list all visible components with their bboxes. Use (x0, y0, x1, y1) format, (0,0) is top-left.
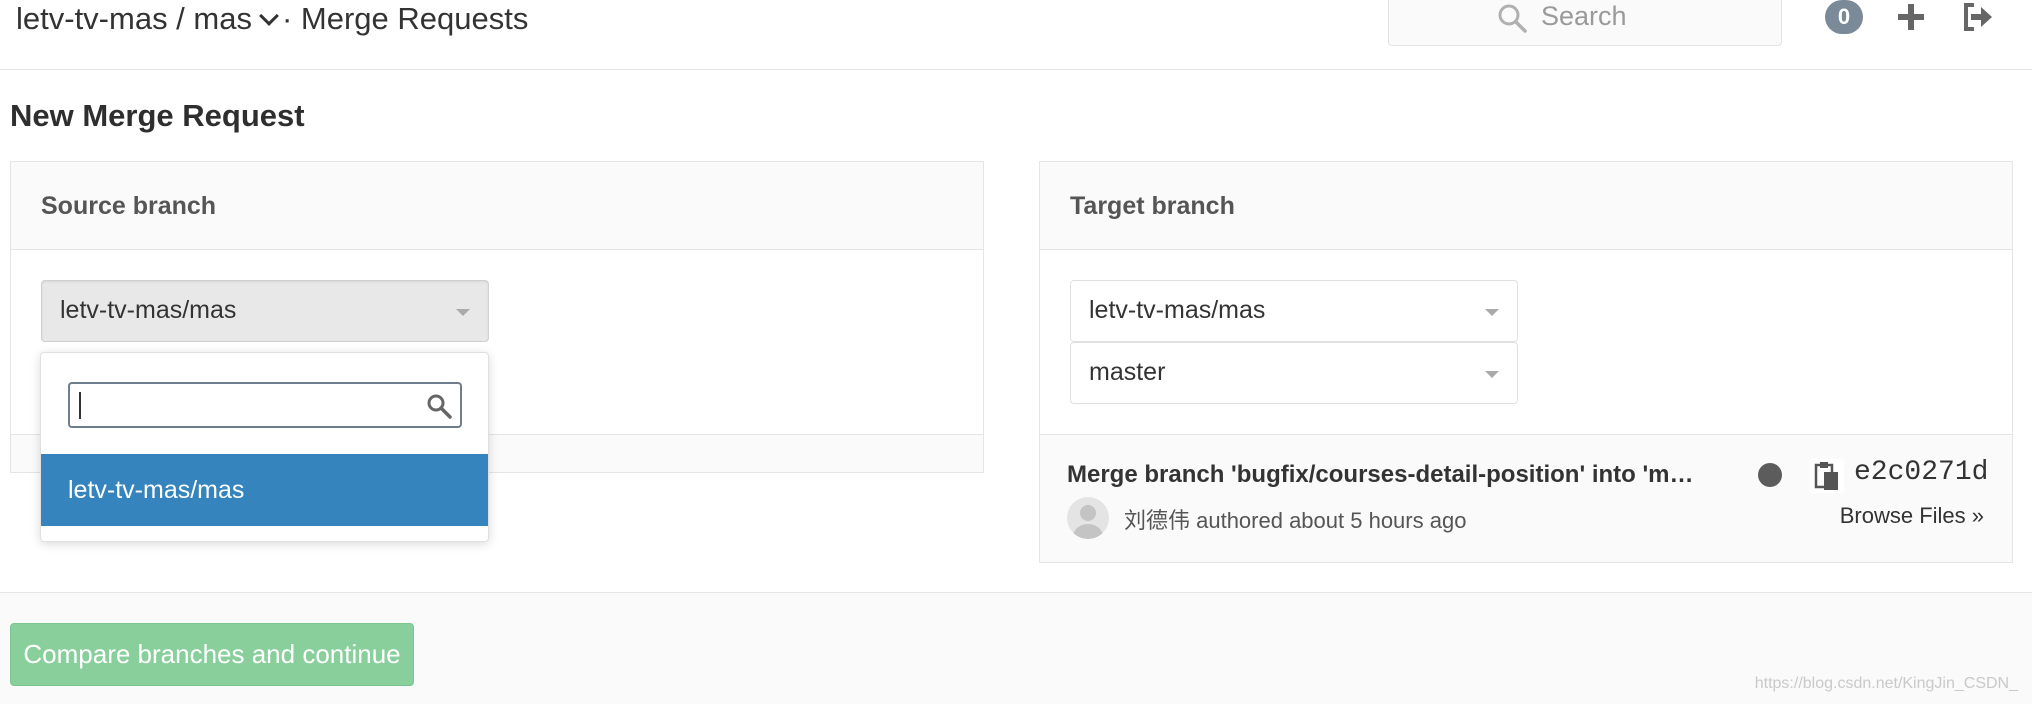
source-project-value: letv-tv-mas/mas (60, 296, 237, 324)
caret-down-icon (1485, 309, 1499, 316)
watermark: https://blog.csdn.net/KingJin_CSDN_ (1754, 675, 2018, 692)
target-project-select[interactable]: letv-tv-mas/mas (1070, 280, 1518, 342)
source-branch-header: Source branch (11, 162, 983, 250)
text-cursor (79, 392, 81, 419)
chevron-down-icon[interactable] (259, 6, 279, 26)
top-header: letv-tv-mas / mas · Merge Requests Search… (0, 0, 2032, 70)
dropdown-option-label: letv-tv-mas/mas (68, 476, 245, 504)
target-branch-panel: Target branch letv-tv-mas/mas master Mer… (1039, 161, 2013, 563)
search-icon (427, 394, 452, 419)
user-avatar-icon (1073, 505, 1103, 539)
commit-sha[interactable]: e2c0271d (1854, 457, 1988, 488)
sign-out-icon[interactable] (1962, 2, 1994, 32)
search-placeholder: Search (1541, 1, 1627, 31)
section-title[interactable]: Merge Requests (301, 1, 528, 36)
breadcrumb-separator: · (281, 1, 293, 36)
search-icon (1498, 4, 1527, 33)
compare-branches-button[interactable]: Compare branches and continue (10, 623, 414, 686)
target-project-value: letv-tv-mas/mas (1089, 296, 1266, 324)
source-branch-heading: Source branch (41, 192, 217, 220)
dropdown-search-input[interactable] (68, 382, 462, 428)
source-project-select[interactable]: letv-tv-mas/mas (41, 280, 489, 342)
todo-count-badge[interactable]: 0 (1825, 0, 1863, 34)
breadcrumb: letv-tv-mas / mas · Merge Requests (16, 0, 528, 38)
target-branch-value: master (1089, 358, 1166, 386)
caret-down-icon (1485, 371, 1499, 378)
dropdown-option-selected[interactable]: letv-tv-mas/mas (41, 454, 488, 526)
avatar[interactable] (1067, 497, 1109, 539)
commit-author-line: 刘德伟 authored about 5 hours ago (1124, 508, 1467, 533)
search-input[interactable]: Search (1388, 0, 1782, 46)
source-project-dropdown: letv-tv-mas/mas (40, 352, 489, 542)
target-branch-select[interactable]: master (1070, 342, 1518, 404)
page-title: New Merge Request (10, 98, 305, 133)
commit-title[interactable]: Merge branch 'bugfix/courses-detail-posi… (1067, 461, 1694, 489)
plus-icon[interactable] (1896, 2, 1926, 32)
browse-files-link[interactable]: Browse Files » (1840, 503, 1984, 529)
form-actions: Compare branches and continue https://bl… (0, 592, 2032, 704)
target-branch-header: Target branch (1040, 162, 2012, 250)
commit-preview: Merge branch 'bugfix/courses-detail-posi… (1040, 434, 2012, 562)
project-breadcrumb[interactable]: letv-tv-mas / mas (16, 1, 252, 36)
caret-down-icon (456, 309, 470, 316)
pipeline-status-icon[interactable] (1758, 463, 1782, 487)
clipboard-icon[interactable] (1810, 459, 1844, 493)
target-branch-heading: Target branch (1070, 192, 1235, 220)
